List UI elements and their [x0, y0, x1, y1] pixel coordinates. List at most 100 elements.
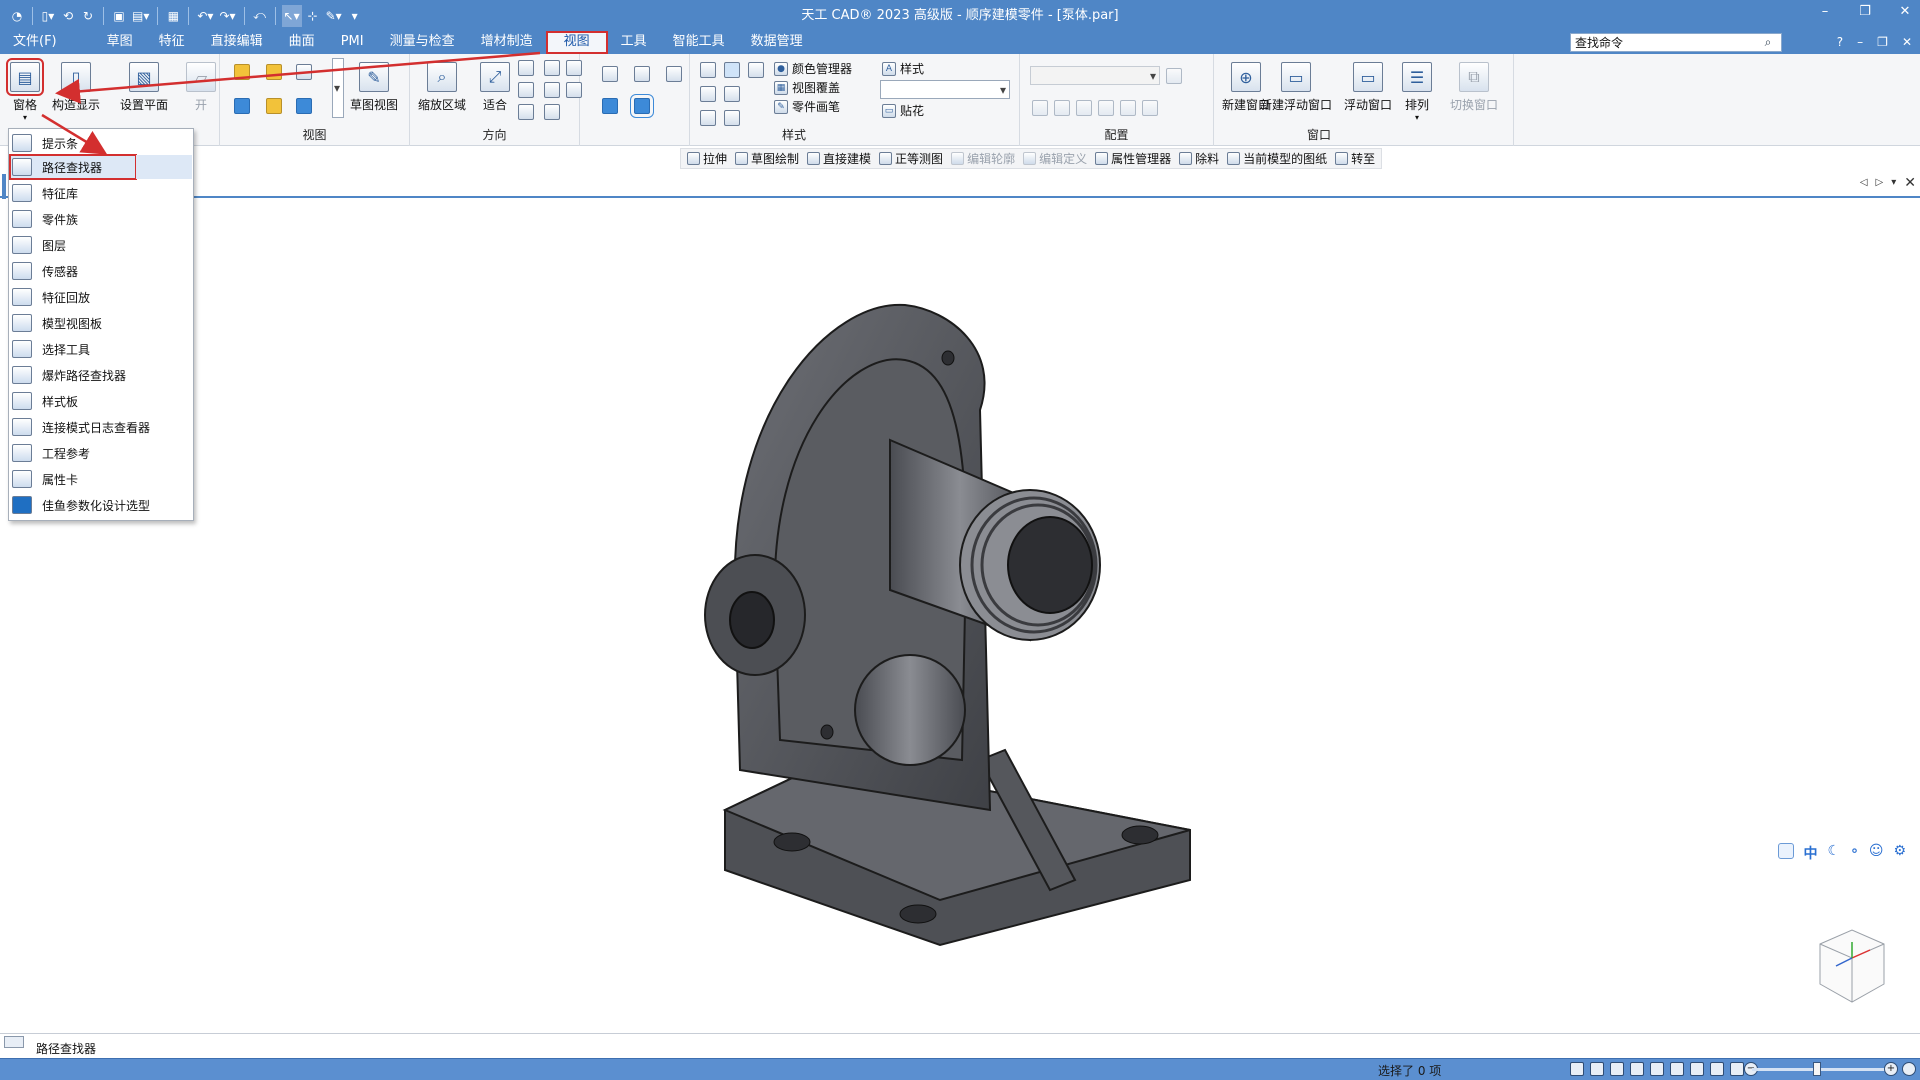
- cmd-property-manager[interactable]: 属性管理器: [1095, 150, 1171, 167]
- status-zoom-icon[interactable]: [1590, 1062, 1604, 1076]
- tab-measure-inspect[interactable]: 测量与检查: [377, 31, 468, 54]
- float-window-button[interactable]: ▭ 浮动窗口: [1344, 62, 1392, 113]
- display-mode-icon-2[interactable]: [700, 86, 716, 102]
- status-rotate-icon[interactable]: [1650, 1062, 1664, 1076]
- moon-icon[interactable]: ☾: [1828, 843, 1841, 863]
- repeat-icon[interactable]: ⤺: [251, 5, 269, 27]
- tab-data-management[interactable]: 数据管理: [738, 31, 816, 54]
- cmd-edit-profile[interactable]: 编辑轮廓: [951, 150, 1015, 167]
- zoom-area-button[interactable]: ⌕ 缩放区域: [418, 62, 466, 113]
- pane-menu-item-jiayu-design[interactable]: 佳鱼参数化设计选型: [10, 493, 192, 517]
- select-arrow-icon[interactable]: ↖▾: [281, 4, 302, 27]
- silhouette-icon[interactable]: [724, 110, 740, 126]
- pane-menu-item-hint-bar[interactable]: 提示条: [10, 131, 192, 155]
- view-overlay-button[interactable]: ▦ 视图覆盖: [774, 79, 840, 96]
- tab-tools[interactable]: 工具: [608, 31, 660, 54]
- set-plane-button[interactable]: ▧ 设置平面: [120, 62, 168, 113]
- zoom-in-icon[interactable]: +: [1884, 1062, 1898, 1076]
- style-button[interactable]: A 样式: [882, 60, 924, 77]
- view-icon-6[interactable]: [296, 98, 312, 114]
- pan-icon[interactable]: [518, 82, 534, 98]
- chevron-left-icon[interactable]: ◁: [1860, 177, 1868, 189]
- restore-icon[interactable]: ❐: [1856, 4, 1874, 19]
- pane-menu-item-pathfinder[interactable]: 路径查找器: [9, 154, 137, 180]
- doc-close-icon[interactable]: ✕: [1902, 35, 1912, 49]
- open-file-icon[interactable]: ⟲: [59, 5, 77, 27]
- open-button[interactable]: ▱ 开: [186, 62, 216, 113]
- tab-sketch[interactable]: 草图: [94, 31, 146, 54]
- close-document-icon[interactable]: ✕: [1904, 176, 1916, 190]
- status-shade-icon[interactable]: [1690, 1062, 1704, 1076]
- pane-menu-item-style-palette[interactable]: 样式板: [10, 389, 192, 413]
- view-center-button[interactable]: 中: [1804, 843, 1818, 863]
- chevron-right-icon[interactable]: ▷: [1876, 177, 1884, 189]
- cmd-edit-definition[interactable]: 编辑定义: [1023, 150, 1087, 167]
- pane-menu-item-model-view-panel[interactable]: 模型视图板: [10, 311, 192, 335]
- pane-button[interactable]: ▤ 窗格 ▾: [6, 58, 44, 122]
- view-scroll[interactable]: ▾: [332, 58, 344, 118]
- tab-surface[interactable]: 曲面: [276, 31, 328, 54]
- iso-view-icon[interactable]: [602, 66, 618, 82]
- config-icon-3[interactable]: [1076, 100, 1092, 116]
- decal-button[interactable]: ▭ 贴花: [882, 102, 924, 119]
- doc-minimize-icon[interactable]: –: [1857, 35, 1863, 49]
- shaded-icon[interactable]: [602, 98, 618, 114]
- view-fit-icon[interactable]: [1777, 843, 1794, 859]
- zoom-icon[interactable]: [518, 60, 534, 76]
- pump-body-model[interactable]: [700, 290, 1200, 950]
- display-mode-icon-3[interactable]: [700, 110, 716, 126]
- dimetric-view-icon[interactable]: [634, 66, 650, 82]
- tab-feature[interactable]: 特征: [146, 31, 198, 54]
- rotate-icon[interactable]: [518, 104, 534, 120]
- tab-pmi[interactable]: PMI: [328, 31, 377, 54]
- config-icon-1[interactable]: [1032, 100, 1048, 116]
- config-save-icon[interactable]: [1166, 68, 1182, 84]
- pane-tab[interactable]: [2, 174, 6, 200]
- status-color-icon[interactable]: [1710, 1062, 1724, 1076]
- build-display-button[interactable]: ▯ 构造显示: [52, 62, 100, 113]
- status-fit-icon[interactable]: [1610, 1062, 1624, 1076]
- pane-menu-item-engineering-reference[interactable]: 工程参考: [10, 441, 192, 465]
- arrange-button[interactable]: ☰ 排列 ▾: [1402, 62, 1432, 122]
- display-mode-icon-1[interactable]: [700, 62, 716, 78]
- status-view-icon[interactable]: [1670, 1062, 1684, 1076]
- save-icon[interactable]: ▣: [110, 5, 128, 27]
- pane-menu-item-feature-playback[interactable]: 特征回放: [10, 285, 192, 309]
- tab-direct-edit[interactable]: 直接编辑: [198, 31, 276, 54]
- undo-icon[interactable]: ↶▾: [195, 5, 215, 27]
- hidden-style-icon[interactable]: [724, 86, 740, 102]
- cmd-extrude[interactable]: 拉伸: [687, 150, 727, 167]
- cmd-model-drawing[interactable]: 当前模型的图纸: [1227, 150, 1327, 167]
- pane-menu-item-explode-pathfinder[interactable]: 爆炸路径查找器: [10, 363, 192, 387]
- zoom-settings-icon[interactable]: [1902, 1062, 1916, 1076]
- pane-menu-item-property-card[interactable]: 属性卡: [10, 467, 192, 491]
- sketch-view-button[interactable]: ✎ 草图视图: [350, 62, 398, 113]
- cmd-sketch[interactable]: 草图绘制: [735, 150, 799, 167]
- pane-menu-item-feature-library[interactable]: 特征库: [10, 181, 192, 205]
- view-icon-3[interactable]: [296, 64, 312, 80]
- search-icon[interactable]: ⌕: [1757, 35, 1779, 50]
- view-icon-2[interactable]: [266, 64, 282, 80]
- fit-button[interactable]: ⤢ 适合: [480, 62, 510, 113]
- config-icon-2[interactable]: [1054, 100, 1070, 116]
- user-icon[interactable]: ☺: [1869, 843, 1884, 863]
- dots-icon[interactable]: ∘: [1850, 843, 1859, 863]
- config-icon-4[interactable]: [1098, 100, 1114, 116]
- app-logo-icon[interactable]: ◔: [8, 5, 26, 27]
- cmd-isometric[interactable]: 正等测图: [879, 150, 943, 167]
- spin-icon[interactable]: [544, 60, 560, 76]
- view-icon-5[interactable]: [266, 98, 282, 114]
- trimetric-view-icon[interactable]: [666, 66, 682, 82]
- cmd-cutout[interactable]: 除料: [1179, 150, 1219, 167]
- command-search-input[interactable]: [1571, 34, 1757, 51]
- view-cube[interactable]: [1812, 922, 1892, 1012]
- status-pan-icon[interactable]: [1630, 1062, 1644, 1076]
- config-select[interactable]: ▾: [1030, 66, 1160, 85]
- look-at-icon[interactable]: [544, 82, 560, 98]
- measure-icon[interactable]: ⊹: [304, 5, 322, 27]
- help-icon[interactable]: ?: [1837, 35, 1843, 49]
- cmd-goto[interactable]: 转至: [1335, 150, 1375, 167]
- zoom-slider-handle[interactable]: [1813, 1062, 1822, 1076]
- view-icon-4[interactable]: [234, 98, 250, 114]
- minimize-icon[interactable]: –: [1816, 4, 1834, 19]
